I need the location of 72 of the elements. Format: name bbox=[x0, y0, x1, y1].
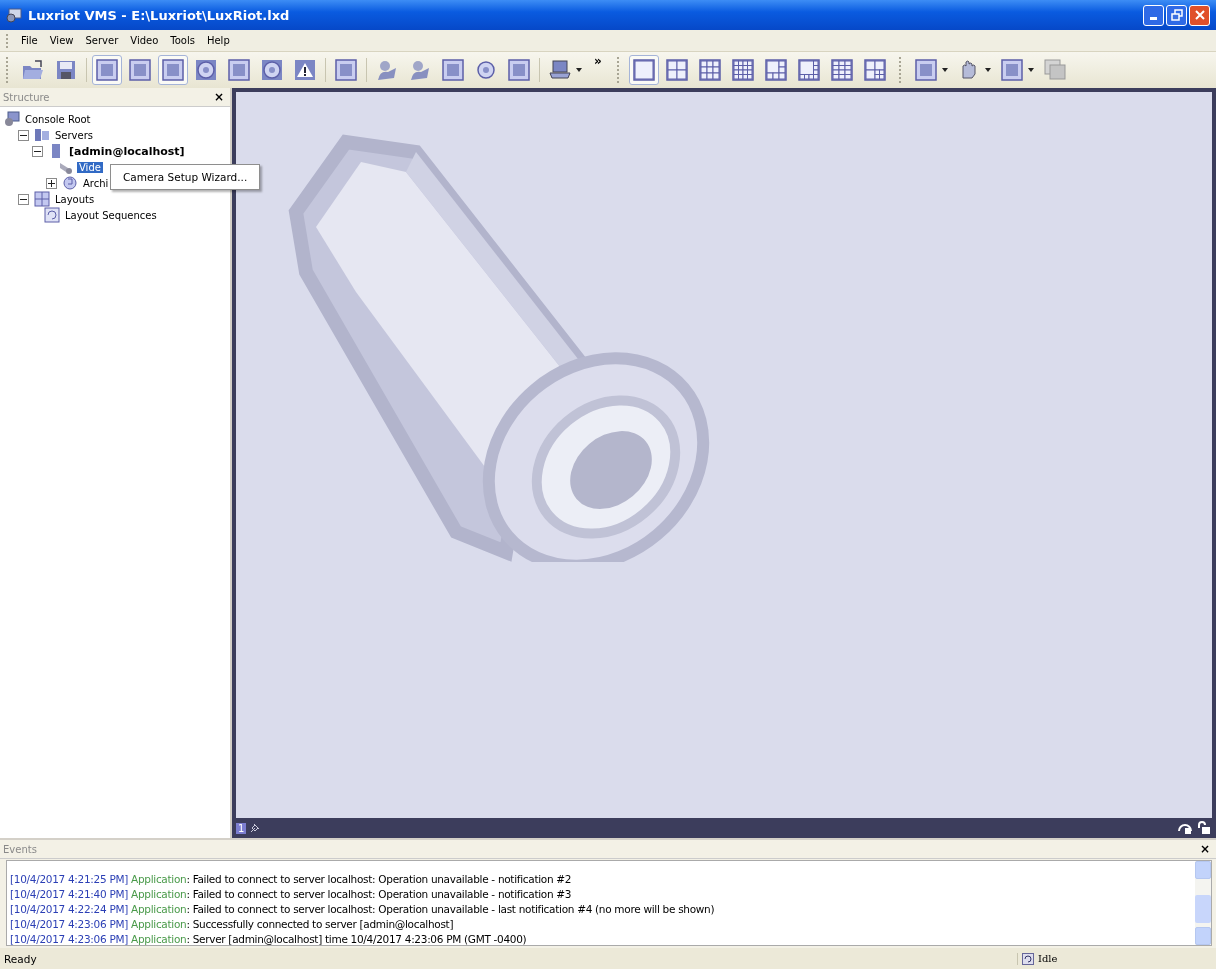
close-button[interactable]: × bbox=[1199, 842, 1210, 856]
panel-title: Structure bbox=[3, 91, 50, 103]
tree-item[interactable]: Servers bbox=[53, 129, 95, 141]
close-button[interactable] bbox=[1189, 4, 1210, 26]
tile-number: 1 bbox=[236, 822, 247, 834]
toolbar-button[interactable] bbox=[628, 55, 659, 85]
menu-item[interactable]: Help bbox=[200, 35, 236, 46]
status-state: Idle bbox=[1038, 953, 1058, 964]
refresh-icon bbox=[1022, 952, 1034, 965]
servers-icon bbox=[34, 127, 50, 143]
event-entry: [10/4/2017 4:21:40 PM] Application: Failed to connect to server localhost: Operation unavailable - notification #3 bbox=[10, 888, 573, 902]
expander-toggle[interactable] bbox=[32, 145, 43, 157]
disc-icon bbox=[260, 58, 284, 82]
console-icon bbox=[4, 111, 20, 127]
app-icon bbox=[6, 7, 22, 23]
restore-button[interactable] bbox=[1166, 4, 1187, 26]
ring-icon bbox=[194, 58, 218, 82]
toolbar-button[interactable] bbox=[92, 55, 122, 85]
window-title: Luxriot VMS - E:\Luxriot\LuxRiot.lxd bbox=[28, 7, 290, 23]
menu-item[interactable]: Video bbox=[124, 35, 165, 46]
minimize-icon bbox=[1150, 17, 1157, 20]
tree-item[interactable]: Console Root bbox=[23, 113, 93, 125]
panel-title: Events bbox=[3, 843, 37, 855]
scrollbar[interactable] bbox=[1195, 861, 1211, 945]
grid-layout-icon bbox=[664, 58, 689, 82]
tree-item[interactable]: [admin@localhost] bbox=[67, 144, 187, 158]
event-entry: [10/4/2017 4:23:06 PM] Application: Successfully connected to server [admin@localhost] bbox=[10, 918, 455, 932]
event-entry: [10/4/2017 4:22:24 PM] Application: Failed to connect to server localhost: Operation unavailable - last notification #4 (no more will be shown) bbox=[10, 903, 716, 917]
restore-icon bbox=[1170, 9, 1183, 21]
warning-icon bbox=[293, 58, 317, 82]
folder-icon bbox=[21, 58, 45, 82]
event-entry: [10/4/2017 4:23:06 PM] Application: Server [admin@localhost] time 10/4/2017 4:23:06 PM (GMT -0400) bbox=[10, 933, 528, 947]
grid-layout-icon bbox=[631, 58, 656, 82]
caret-icon bbox=[941, 68, 948, 72]
sequence-icon bbox=[44, 207, 60, 223]
close-icon bbox=[1193, 9, 1206, 21]
expander-toggle[interactable] bbox=[18, 193, 29, 205]
grid-layout-icon bbox=[796, 58, 821, 82]
laptop-icon bbox=[548, 58, 572, 82]
close-button[interactable]: × bbox=[213, 90, 224, 104]
menu-item[interactable]: Camera Setup Wizard... bbox=[111, 168, 260, 186]
grid-layout-icon bbox=[697, 58, 722, 82]
archive-icon bbox=[62, 175, 78, 191]
expander-toggle[interactable] bbox=[46, 177, 57, 189]
menu-item[interactable]: Server bbox=[79, 35, 125, 46]
status-text: Ready bbox=[4, 952, 37, 965]
expander-toggle[interactable] bbox=[18, 129, 29, 141]
lock-icon[interactable] bbox=[1196, 821, 1212, 835]
grid-layout-icon bbox=[829, 58, 854, 82]
event-entry: [10/4/2017 4:21:25 PM] Application: Failed to connect to server localhost: Operation unavailable - notification #2 bbox=[10, 873, 573, 887]
globe-icon bbox=[474, 58, 498, 82]
caret-icon bbox=[984, 68, 991, 72]
grid-layout-icon bbox=[730, 58, 755, 82]
grid-layout-icon bbox=[862, 58, 887, 82]
people-icon bbox=[408, 58, 432, 82]
caret-icon bbox=[1027, 68, 1034, 72]
grid-layout-icon bbox=[763, 58, 788, 82]
toolbar-button[interactable] bbox=[158, 55, 188, 85]
tree-item[interactable]: Vide bbox=[77, 161, 103, 173]
tree-item[interactable]: Layout Sequences bbox=[63, 209, 159, 221]
menu-item[interactable]: Tools bbox=[164, 35, 201, 46]
menu-item[interactable]: File bbox=[15, 35, 44, 46]
tree-item[interactable]: Archi bbox=[81, 177, 111, 189]
pin-icon[interactable] bbox=[249, 822, 262, 834]
minimize-button[interactable] bbox=[1143, 4, 1164, 26]
caret-icon bbox=[576, 68, 582, 72]
menu-item[interactable]: View bbox=[43, 35, 80, 46]
tree-item[interactable]: Layouts bbox=[53, 193, 97, 205]
headset-icon[interactable] bbox=[1177, 821, 1193, 835]
layouts-icon bbox=[34, 191, 50, 207]
windows-icon bbox=[1042, 58, 1067, 82]
overflow-button[interactable]: » bbox=[588, 54, 608, 68]
